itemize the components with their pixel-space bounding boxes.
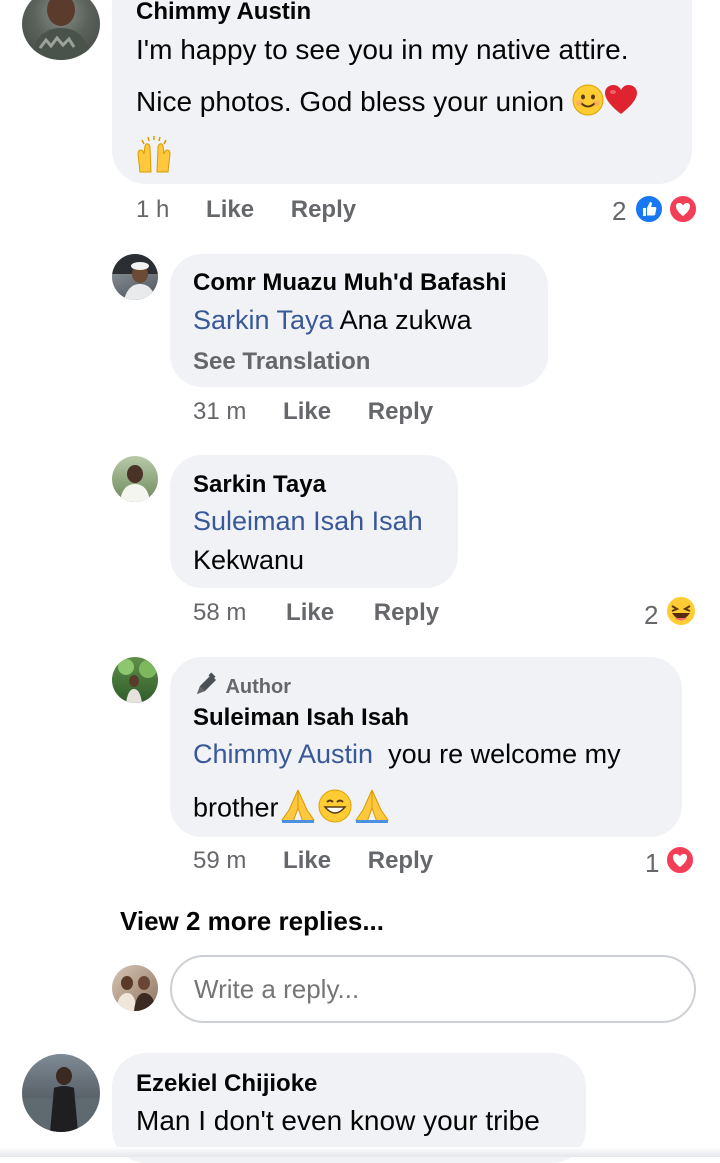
comment-timestamp[interactable]: 1 h — [136, 196, 169, 223]
view-more-replies-link[interactable]: View 2 more replies... — [120, 906, 384, 937]
avatar-photo — [116, 976, 156, 1011]
reaction-count[interactable]: 1 — [645, 848, 659, 879]
comment-text-line-2: brother — [193, 788, 391, 831]
comment-author-name[interactable]: Sarkin Taya — [193, 471, 326, 499]
comment-actions: 59 m Like Reply — [193, 847, 433, 875]
pen-icon — [193, 672, 219, 703]
comment-body: you re welcome my — [388, 739, 621, 769]
avatar-photo — [22, 1067, 100, 1132]
comment-text: Chimmy Austin you re welcome my — [193, 739, 621, 770]
avatar-chimmy-austin[interactable] — [22, 0, 100, 60]
raising-hands-emoji — [134, 134, 174, 179]
comment-author-name[interactable]: Ezekiel Chijioke — [136, 1070, 317, 1098]
reaction-count[interactable]: 2 — [644, 600, 658, 631]
comment-timestamp[interactable]: 31 m — [193, 398, 246, 425]
mention-link[interactable]: Sarkin Taya — [193, 305, 334, 335]
comment-author-name[interactable]: Chimmy Austin — [136, 0, 311, 26]
reply-button[interactable]: Reply — [368, 398, 433, 425]
like-button[interactable]: Like — [286, 599, 334, 626]
comment-body: Kekwanu — [193, 545, 305, 575]
comment-timestamp[interactable]: 59 m — [193, 847, 246, 874]
comment-body: Ana zukwa — [339, 305, 472, 335]
bottom-divider — [0, 1147, 720, 1157]
folded-hands-emoji — [279, 788, 317, 831]
comment-text-line-1: I'm happy to see you in my native attire… — [136, 34, 629, 65]
comment-timestamp[interactable]: 58 m — [193, 599, 246, 626]
love-icon[interactable] — [665, 845, 695, 875]
comment-actions: 31 m Like Reply — [193, 398, 433, 426]
avatar-sarkin-taya[interactable] — [112, 456, 158, 502]
reply-button[interactable]: Reply — [374, 599, 439, 626]
avatar-photo — [118, 659, 157, 703]
like-button[interactable]: Like — [283, 398, 331, 425]
see-translation-link[interactable]: See Translation — [193, 348, 370, 376]
author-badge-label: Author — [225, 676, 291, 698]
avatar-photo — [30, 0, 92, 60]
avatar-photo — [120, 465, 150, 502]
like-icon[interactable] — [634, 194, 664, 224]
reaction-count[interactable]: 2 — [612, 196, 626, 227]
avatar-ezekiel-chijioke[interactable] — [22, 1054, 100, 1132]
like-button[interactable]: Like — [206, 196, 254, 223]
haha-icon[interactable] — [664, 594, 698, 633]
comment-text: Sarkin Taya Ana zukwa — [193, 305, 472, 336]
reply-input[interactable] — [170, 955, 696, 1023]
smiling-face-emoji — [572, 84, 604, 123]
comment-text-line-2: Nice photos. God bless your union — [136, 84, 638, 123]
avatar-suleiman[interactable] — [112, 657, 158, 703]
comment-actions: 1 h Like Reply — [136, 196, 356, 224]
current-user-avatar — [112, 965, 158, 1011]
comment-author-name[interactable]: Suleiman Isah Isah — [193, 704, 409, 732]
reply-button[interactable]: Reply — [291, 196, 356, 223]
avatar-muazu[interactable] — [112, 254, 158, 300]
reply-button[interactable]: Reply — [368, 847, 433, 874]
mention-link[interactable]: Chimmy Austin — [193, 739, 373, 769]
grinning-face-emoji — [317, 788, 353, 831]
comment-text: Nice photos. God bless your union — [136, 85, 565, 117]
comment-author-name[interactable]: Comr Muazu Muh'd Bafashi — [193, 269, 507, 297]
red-heart-emoji — [604, 84, 638, 123]
mention-link[interactable]: Suleiman Isah Isah — [193, 506, 423, 537]
love-icon[interactable] — [668, 194, 698, 224]
comment-actions: 58 m Like Reply — [193, 599, 439, 627]
avatar-photo — [112, 254, 158, 300]
comment-body: Man I don't even know your tribe — [136, 1105, 540, 1136]
author-badge: Author — [193, 672, 291, 703]
comment-body: brother — [193, 792, 279, 823]
folded-hands-emoji — [353, 788, 391, 831]
like-button[interactable]: Like — [283, 847, 331, 874]
